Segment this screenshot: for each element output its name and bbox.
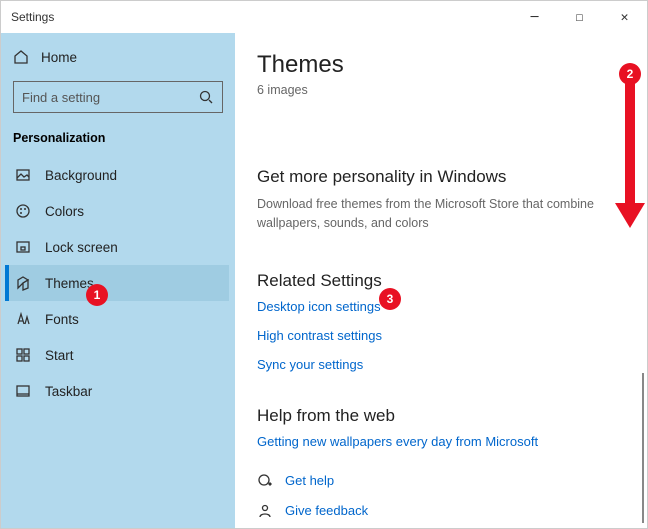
content-pane: Themes 6 images Get more personality in … [235,33,647,528]
sidebar-item-label: Start [45,348,74,363]
search-placeholder: Find a setting [22,90,100,105]
titlebar: Settings ─ ☐ ✕ [1,1,647,33]
link-sync-settings[interactable]: Sync your settings [257,357,625,372]
search-input[interactable]: Find a setting [13,81,223,113]
feedback-row[interactable]: Give feedback [257,503,625,519]
taskbar-icon [15,383,31,399]
sidebar-item-taskbar[interactable]: Taskbar [7,373,229,409]
minimize-button[interactable]: ─ [512,1,557,33]
picture-icon [15,167,31,183]
close-button[interactable]: ✕ [602,1,647,33]
image-count: 6 images [257,83,625,97]
sidebar-item-colors[interactable]: Colors [7,193,229,229]
sidebar-item-label: Themes [45,276,94,291]
annotation-badge-1: 1 [86,284,108,306]
sidebar-item-label: Lock screen [45,240,118,255]
sidebar: Home Find a setting Personalization Back… [1,33,235,528]
get-help-link: Get help [285,473,334,488]
feedback-link: Give feedback [285,503,368,518]
maximize-button[interactable]: ☐ [557,1,602,33]
scrollbar[interactable] [642,373,644,523]
get-help-row[interactable]: Get help [257,473,625,489]
help-heading: Help from the web [257,406,625,426]
sidebar-item-lockscreen[interactable]: Lock screen [7,229,229,265]
lock-icon [15,239,31,255]
help-icon [257,473,273,489]
themes-icon [15,275,31,291]
sidebar-item-background[interactable]: Background [7,157,229,193]
sidebar-item-fonts[interactable]: Fonts [7,301,229,337]
section-label: Personalization [7,127,229,157]
home-icon [13,49,29,65]
sidebar-item-themes[interactable]: Themes [7,265,229,301]
sidebar-item-label: Colors [45,204,84,219]
annotation-badge-3: 3 [379,288,401,310]
fonts-icon [15,311,31,327]
window-controls: ─ ☐ ✕ [512,1,647,33]
home-label: Home [41,50,77,65]
page-title: Themes [257,51,625,79]
more-heading: Get more personality in Windows [257,167,625,187]
annotation-arrow [625,83,645,228]
related-heading: Related Settings [257,271,625,291]
sidebar-item-label: Fonts [45,312,79,327]
home-button[interactable]: Home [7,41,229,73]
palette-icon [15,203,31,219]
sidebar-item-label: Background [45,168,117,183]
sidebar-item-label: Taskbar [45,384,92,399]
search-icon [198,89,214,105]
link-high-contrast[interactable]: High contrast settings [257,328,625,343]
link-desktop-icon-settings[interactable]: Desktop icon settings [257,299,625,314]
window-title: Settings [11,10,54,24]
sidebar-item-start[interactable]: Start [7,337,229,373]
annotation-badge-2: 2 [619,63,641,85]
start-icon [15,347,31,363]
link-getting-wallpapers[interactable]: Getting new wallpapers every day from Mi… [257,434,625,449]
feedback-icon [257,503,273,519]
more-description: Download free themes from the Microsoft … [257,195,625,233]
